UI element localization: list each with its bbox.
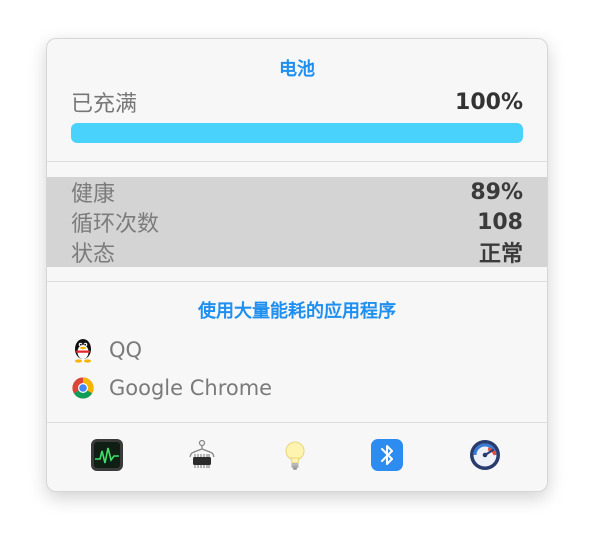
charge-status-label: 已充满	[71, 92, 138, 117]
app-name: QQ	[109, 338, 143, 362]
cycle-count-value: 108	[477, 209, 523, 235]
cycle-count-label: 循环次数	[71, 212, 160, 237]
app-name: Google Chrome	[109, 376, 273, 400]
battery-stats: 健康 89% 循环次数 108 状态 正常	[47, 177, 547, 267]
condition-value: 正常	[478, 242, 523, 267]
battery-popover: 电池 已充满 100% 健康 89% 循环次数 108 状态 正常 使用大量能耗…	[46, 38, 548, 492]
stat-row-condition: 状态 正常	[71, 237, 523, 267]
energy-apps-title: 使用大量能耗的应用程序	[198, 301, 396, 322]
stat-row-cycle-count: 循环次数 108	[71, 207, 523, 238]
battery-level-bar	[71, 123, 523, 143]
charge-percentage: 100%	[455, 89, 523, 115]
battery-level-fill	[71, 123, 523, 143]
charge-status-row: 已充满 100%	[71, 89, 523, 118]
condition-label: 状态	[71, 242, 116, 267]
app-item-google-chrome[interactable]: Google Chrome	[71, 373, 272, 403]
health-label: 健康	[71, 182, 116, 207]
divider	[47, 161, 547, 162]
app-item-qq[interactable]: QQ	[71, 335, 142, 365]
divider	[47, 281, 547, 282]
battery-title: 电池	[279, 59, 315, 80]
stat-row-health: 健康 89%	[71, 177, 523, 208]
toolbar	[47, 423, 547, 491]
system-information-icon[interactable]	[184, 437, 220, 473]
qq-penguin-icon	[71, 337, 95, 363]
activity-monitor-icon[interactable]	[89, 437, 125, 473]
google-chrome-icon	[71, 375, 95, 401]
lightbulb-icon[interactable]	[277, 437, 313, 473]
istat-menus-icon[interactable]	[467, 437, 503, 473]
bluetooth-icon[interactable]	[369, 437, 405, 473]
health-value: 89%	[470, 179, 523, 205]
